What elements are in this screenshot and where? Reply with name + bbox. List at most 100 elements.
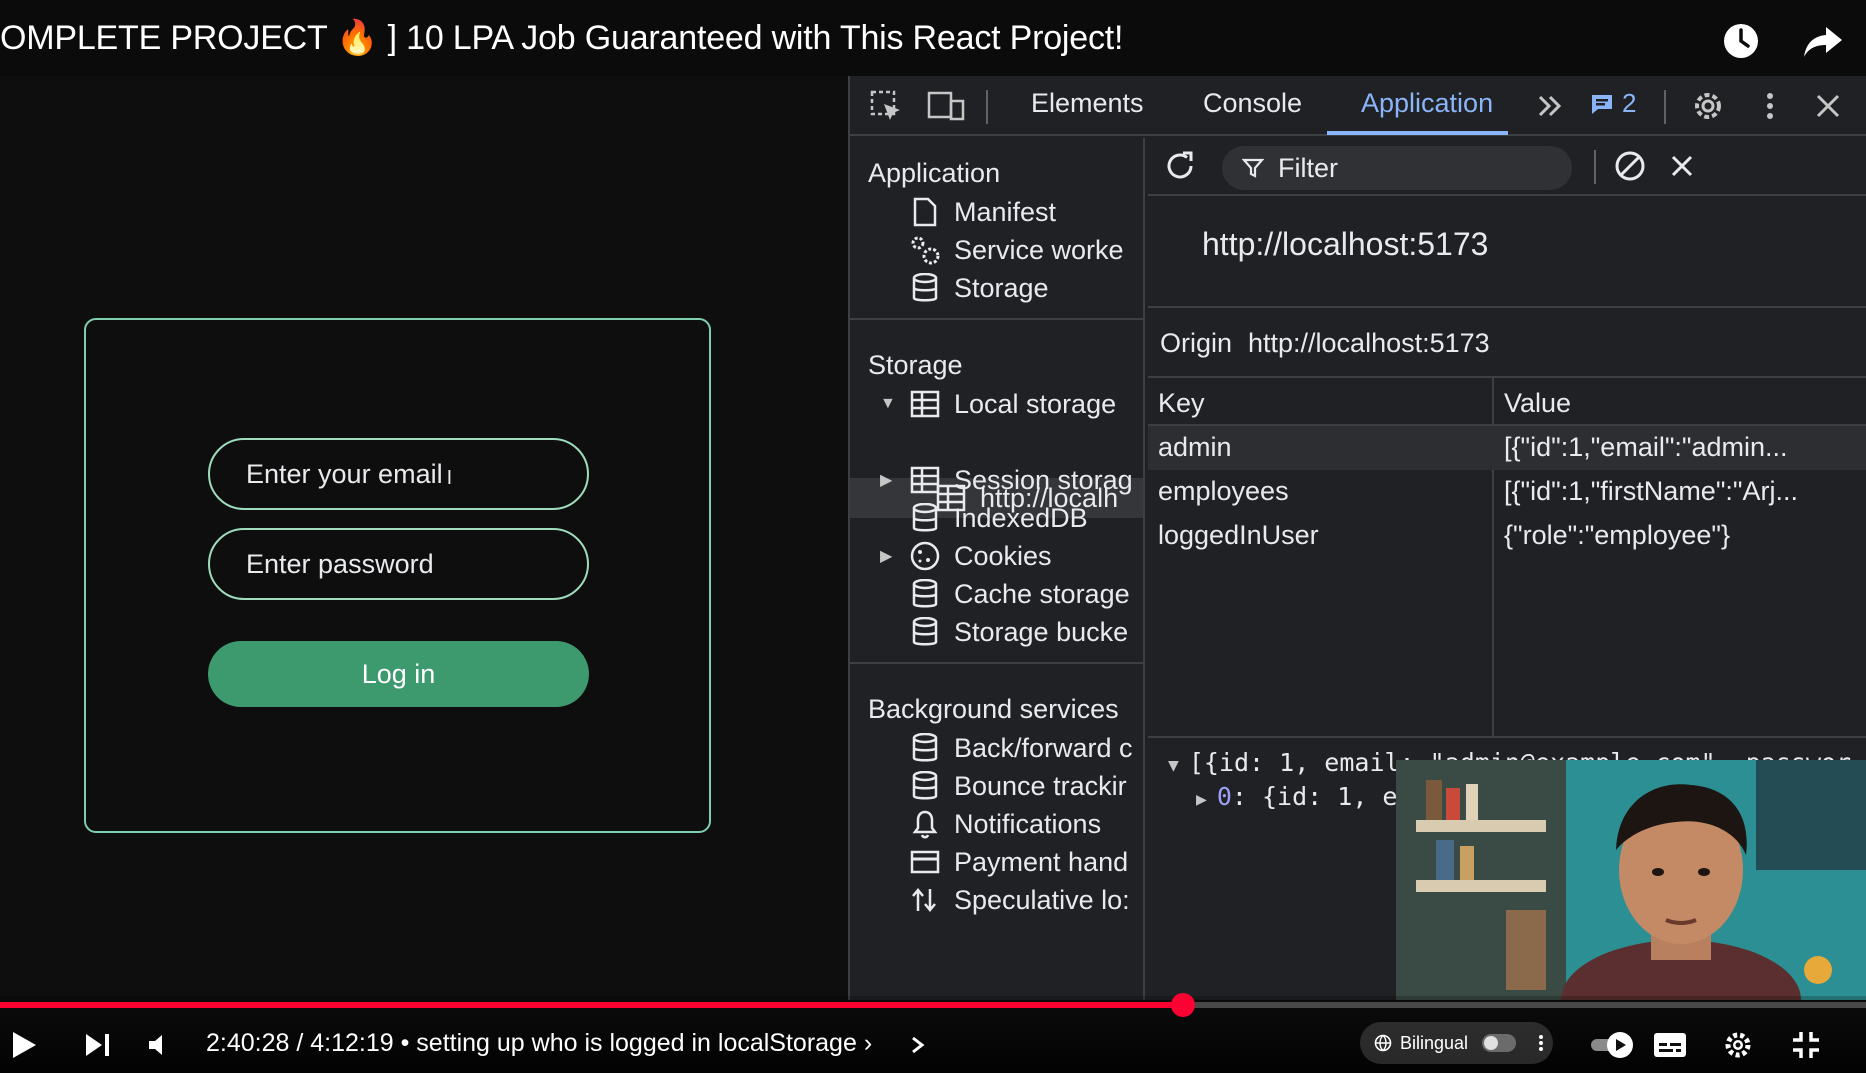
more-options-icon[interactable] — [1538, 1034, 1544, 1052]
webcam-overlay — [1396, 760, 1866, 1000]
exit-fullscreen-icon[interactable] — [1786, 1025, 1826, 1065]
database-icon — [908, 615, 942, 649]
row-value: [{"id":1,"firstName":"Arj... — [1504, 476, 1798, 506]
settings-gear-icon[interactable] — [1688, 88, 1728, 124]
document-icon — [908, 195, 942, 229]
sidebar-item-payment-handler[interactable]: Payment hand — [908, 842, 1128, 882]
issues-count: 2 — [1622, 88, 1637, 118]
sidebar-item-indexeddb[interactable]: IndexedDB — [908, 498, 1088, 538]
database-icon — [908, 577, 942, 611]
table-row[interactable]: employees [{"id":1,"firstName":"Arj... — [1148, 470, 1866, 514]
sidebar-item-speculative-loads[interactable]: Speculative lo: — [908, 880, 1130, 920]
subtitle-language-toggle[interactable]: Bilingual — [1360, 1022, 1553, 1064]
tab-separator — [1664, 90, 1666, 124]
filter-icon — [1242, 158, 1264, 178]
sidebar-item-label: Session storag — [954, 464, 1133, 495]
sidebar-item-storage[interactable]: Storage — [908, 268, 1049, 308]
sidebar-item-manifest[interactable]: Manifest — [908, 192, 1056, 232]
email-field[interactable]: Enter your email I — [208, 438, 589, 510]
collapsed-triangle-icon[interactable]: ▶ — [1196, 789, 1207, 810]
video-title-bar: OMPLETE PROJECT 🔥 ] 10 LPA Job Guarantee… — [0, 0, 1866, 76]
origin-row: Origin http://localhost:5173 — [1148, 310, 1866, 378]
tab-application[interactable]: Application — [1361, 88, 1493, 119]
video-title: OMPLETE PROJECT 🔥 ] 10 LPA Job Guarantee… — [0, 19, 1124, 57]
sidebar-item-label: Speculative lo: — [954, 884, 1130, 915]
collapsed-triangle-icon[interactable]: ▶ — [880, 470, 898, 490]
login-button[interactable]: Log in — [208, 641, 589, 707]
bilingual-label: Bilingual — [1400, 1032, 1469, 1053]
expanded-triangle-icon[interactable]: ▼ — [880, 395, 898, 413]
sidebar-item-cookies[interactable]: ▶ Cookies — [880, 536, 1052, 576]
tab-separator — [986, 90, 988, 124]
tab-elements[interactable]: Elements — [1031, 88, 1144, 119]
row-key: employees — [1158, 476, 1289, 506]
database-icon — [908, 501, 942, 535]
origin-value: http://localhost:5173 — [1248, 328, 1490, 358]
clear-all-icon[interactable] — [1610, 148, 1650, 184]
table-row[interactable]: loggedInUser {"role":"employee"} — [1148, 514, 1866, 558]
captions-icon[interactable] — [1650, 1025, 1690, 1065]
kebab-menu-icon[interactable] — [1750, 88, 1790, 124]
sidebar-item-label: Storage bucke — [954, 616, 1129, 647]
row-key: loggedInUser — [1158, 520, 1319, 550]
origin-label: Origin — [1160, 328, 1233, 358]
filter-input[interactable]: Filter — [1222, 146, 1572, 190]
database-icon — [908, 769, 942, 803]
active-tab-indicator — [1327, 131, 1508, 135]
refresh-icon[interactable] — [1160, 148, 1200, 184]
delete-selected-icon[interactable] — [1662, 148, 1702, 184]
autoplay-toggle-icon[interactable] — [1590, 1025, 1636, 1065]
settings-gear-icon[interactable] — [1718, 1025, 1758, 1065]
sidebar-item-cache-storage[interactable]: Cache storage — [908, 574, 1130, 614]
login-card: Enter your email I Enter password Log in — [84, 318, 711, 833]
storage-toolbar: Filter — [1148, 138, 1866, 196]
sidebar-item-back-forward-cache[interactable]: Back/forward c — [908, 728, 1133, 768]
more-tabs-icon[interactable] — [1530, 88, 1570, 124]
sidebar-item-label: Payment hand — [954, 846, 1129, 877]
sidebar-scrollbar[interactable] — [1143, 138, 1145, 758]
progress-scrubber[interactable] — [1171, 993, 1196, 1017]
inspect-element-icon[interactable] — [866, 88, 906, 124]
expanded-triangle-icon[interactable]: ▼ — [1168, 755, 1179, 776]
play-icon[interactable] — [4, 1025, 44, 1065]
table-row[interactable]: admin [{"id":1,"email":"admin... — [1148, 426, 1866, 470]
preview-index: 0 — [1216, 782, 1232, 811]
toolbar-separator — [1594, 150, 1596, 184]
next-video-icon[interactable] — [78, 1025, 118, 1065]
sidebar-item-notifications[interactable]: Notifications — [908, 804, 1101, 844]
cookie-icon — [908, 539, 942, 573]
time-and-chapter[interactable]: 2:40:28 / 4:12:19 • setting up who is lo… — [206, 1029, 872, 1058]
sidebar-item-session-storage[interactable]: ▶ Session storag — [880, 460, 1133, 500]
sidebar-divider — [850, 318, 1143, 320]
sidebar-item-storage-buckets[interactable]: Storage bucke — [908, 612, 1128, 652]
progress-played[interactable] — [0, 1002, 1184, 1008]
filter-placeholder: Filter — [1278, 152, 1338, 183]
column-header-value[interactable]: Value — [1504, 388, 1571, 419]
sidebar-header-application: Application — [868, 158, 1001, 188]
sidebar-item-local-storage[interactable]: ▼ Local storage — [880, 384, 1116, 424]
sidebar-item-bounce-tracking[interactable]: Bounce trackir — [908, 766, 1127, 806]
tab-console[interactable]: Console — [1203, 88, 1302, 119]
row-value: {"role":"employee"} — [1504, 520, 1730, 550]
database-icon — [908, 731, 942, 765]
sidebar-item-label: Manifest — [954, 196, 1057, 227]
sidebar-item-label: Back/forward c — [954, 732, 1133, 763]
device-toolbar-icon[interactable] — [926, 88, 966, 124]
close-devtools-icon[interactable] — [1808, 88, 1848, 124]
volume-icon[interactable] — [140, 1025, 180, 1065]
column-header-key[interactable]: Key — [1158, 388, 1205, 419]
globe-icon — [1374, 1034, 1392, 1052]
bell-icon — [908, 807, 942, 841]
bilingual-switch[interactable] — [1482, 1034, 1517, 1052]
password-field[interactable]: Enter password — [208, 528, 589, 600]
sidebar-item-label: IndexedDB — [954, 502, 1088, 533]
chapter-chevron-icon[interactable] — [898, 1025, 938, 1065]
table-header: Key Value — [1148, 378, 1866, 426]
email-placeholder: Enter your email — [246, 458, 443, 489]
collapsed-triangle-icon[interactable]: ▶ — [880, 546, 898, 566]
row-key: admin — [1158, 432, 1232, 462]
share-icon[interactable] — [1800, 18, 1846, 64]
sidebar-item-service-workers[interactable]: Service worke — [908, 230, 1124, 270]
issues-badge[interactable]: 2 — [1590, 88, 1636, 119]
watch-later-icon[interactable] — [1718, 18, 1764, 64]
